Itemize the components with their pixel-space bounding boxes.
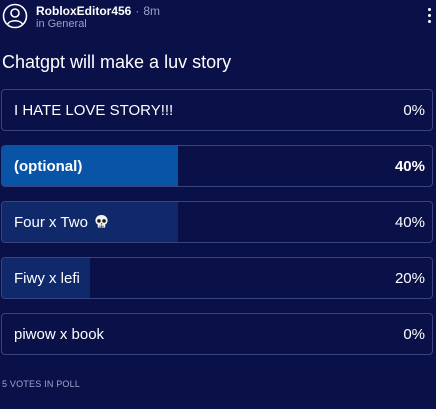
poll-option[interactable]: piwow x book 0%	[1, 313, 433, 355]
poll-option-label-wrap: Four x Two	[14, 214, 109, 231]
poll-option[interactable]: Fiwy x lefi 20%	[1, 257, 433, 299]
separator-dot: ·	[135, 4, 140, 18]
community-label[interactable]: in General	[36, 18, 87, 30]
post-header: RobloxEditor456 · 8m in General	[0, 0, 436, 36]
poll-option-percent: 40%	[394, 214, 425, 231]
poll-option-percent: 20%	[394, 270, 425, 287]
poll-option-label: Four x Two	[14, 214, 88, 231]
poll-option-percent: 0%	[403, 326, 425, 343]
poll-option[interactable]: Four x Two 40%	[1, 201, 433, 243]
author-line: RobloxEditor456 · 8m	[36, 4, 160, 18]
post-time: 8m	[143, 4, 161, 18]
poll-option-label: Fiwy x lefi	[14, 270, 80, 287]
poll-option[interactable]: (optional) 40%	[1, 145, 433, 187]
user-circle-icon[interactable]	[2, 3, 28, 29]
poll-vote-count: 5 VOTES IN POLL	[2, 379, 81, 389]
poll-option[interactable]: I HATE LOVE STORY!!! 0%	[1, 89, 433, 131]
author-name[interactable]: RobloxEditor456	[36, 4, 131, 18]
poll-option-percent: 0%	[403, 102, 425, 119]
poll-option-percent: 40%	[394, 158, 425, 175]
poll-title: Chatgpt will make a luv story	[2, 52, 232, 72]
poll-option-label: I HATE LOVE STORY!!!	[14, 102, 174, 119]
poll-option-label: (optional)	[14, 158, 83, 175]
skull-icon	[95, 214, 108, 228]
poll-option-label: piwow x book	[14, 326, 105, 343]
vertical-dots-icon[interactable]	[424, 8, 434, 30]
